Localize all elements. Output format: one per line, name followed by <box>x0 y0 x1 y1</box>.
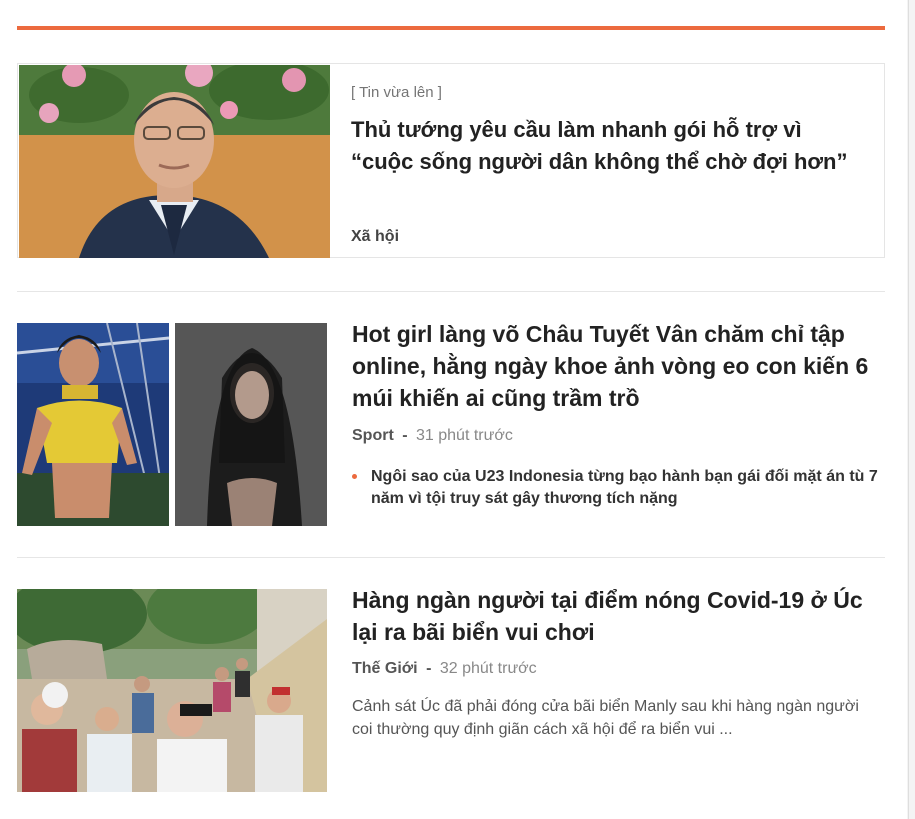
article-category-link[interactable]: Thế Giới <box>352 660 418 677</box>
meta-separator: - <box>426 660 432 677</box>
article-time: 31 phút trước <box>416 427 513 444</box>
article-category-link[interactable]: Sport <box>352 427 394 444</box>
article-thumbnail[interactable] <box>17 323 327 526</box>
scrollbar-edge <box>908 0 909 819</box>
related-article-title[interactable]: Ngôi sao của U23 Indonesia từng bạo hành… <box>371 468 878 507</box>
article-headline[interactable]: Hot girl làng võ Châu Tuyết Vân chăm chỉ… <box>352 318 877 414</box>
featured-article[interactable]: [ Tin vừa lên ] Thủ tướng yêu cầu làm nh… <box>17 63 885 258</box>
article-item[interactable]: Hot girl làng võ Châu Tuyết Vân chăm chỉ… <box>17 321 885 526</box>
article-meta: Sport - 31 phút trước <box>352 427 513 445</box>
article-headline[interactable]: Hàng ngàn người tại điểm nóng Covid-19 ở… <box>352 584 877 648</box>
featured-thumbnail[interactable] <box>19 65 330 258</box>
article-time: 32 phút trước <box>439 660 537 677</box>
article-divider <box>17 291 885 292</box>
featured-headline[interactable]: Thủ tướng yêu cầu làm nhanh gói hỗ trợ v… <box>351 114 851 178</box>
meta-separator: - <box>402 427 408 444</box>
article-item[interactable]: Hàng ngàn người tại điểm nóng Covid-19 ở… <box>17 587 885 792</box>
featured-category-link[interactable]: Xã hội <box>351 228 399 246</box>
related-article-link[interactable]: Ngôi sao của U23 Indonesia từng bạo hành… <box>352 466 882 510</box>
article-divider <box>17 557 885 558</box>
article-thumbnail[interactable] <box>17 589 327 792</box>
article-meta: Thế Giới - 32 phút trước <box>352 660 537 678</box>
bullet-dot-icon <box>352 474 357 479</box>
featured-kicker: [ Tin vừa lên ] <box>351 84 442 101</box>
section-top-rule <box>17 26 885 30</box>
article-summary: Cảnh sát Úc đã phải đóng cửa bãi biển Ma… <box>352 698 859 738</box>
